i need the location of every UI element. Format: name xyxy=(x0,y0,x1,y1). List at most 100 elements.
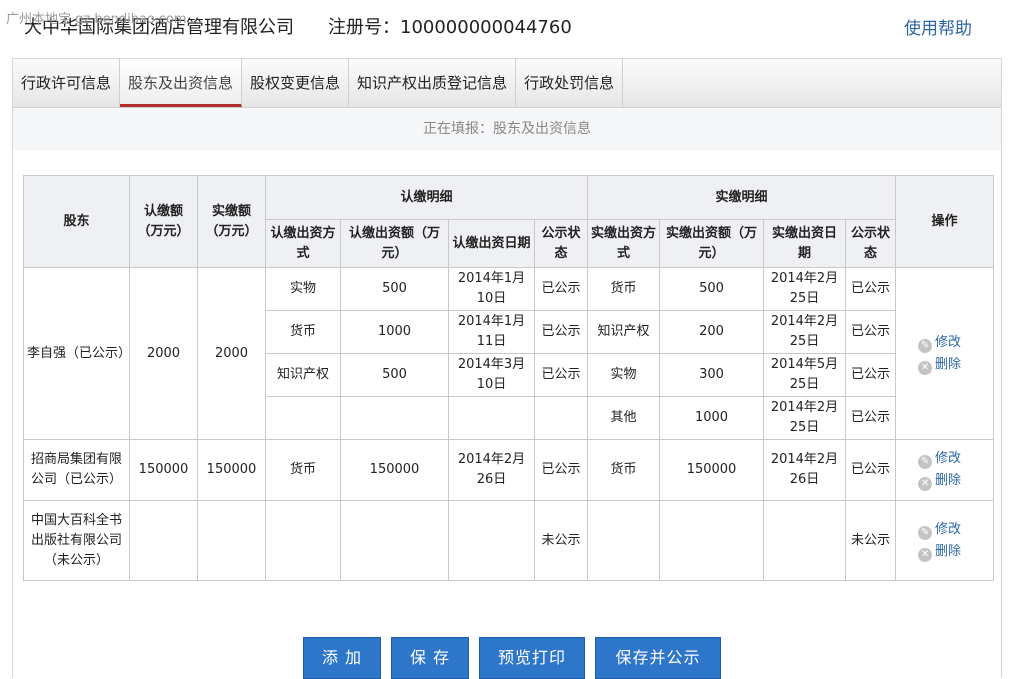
sub-status xyxy=(533,396,589,440)
sub-status: 未公示 xyxy=(533,500,589,581)
header-paid-method: 实缴出资方式 xyxy=(587,219,661,268)
operation-cell: ✎ 修改 ✕ 删除 xyxy=(895,439,995,501)
subscribed-amount xyxy=(129,500,198,581)
paid-money: 500 xyxy=(659,267,765,311)
paid-status: 已公示 xyxy=(845,353,897,397)
edit-link[interactable]: ✎ 修改 xyxy=(918,448,990,470)
header-subscribed-detail: 认缴明细 xyxy=(264,175,589,220)
header-operation: 操作 xyxy=(895,175,995,268)
paid-money: 300 xyxy=(659,353,765,397)
header-paid-status: 公示状态 xyxy=(845,219,897,268)
registration-number: 注册号：100000000044760 xyxy=(328,17,572,38)
sub-date xyxy=(448,396,535,440)
sub-method: 货币 xyxy=(265,310,341,354)
paid-money: 150000 xyxy=(659,439,765,501)
shareholder-table: 股东 认缴额（万元） 实缴额（万元） 认缴明细 实缴明细 操作 认缴出资方式 认… xyxy=(23,175,995,581)
subscribed-amount: 2000 xyxy=(129,267,198,440)
paid-money: 1000 xyxy=(659,396,765,440)
sub-status: 已公示 xyxy=(533,267,589,311)
save-button[interactable]: 保 存 xyxy=(391,637,469,679)
sub-status: 已公示 xyxy=(533,310,589,354)
filling-status: 正在填报：股东及出资信息 xyxy=(13,108,1001,150)
paid-method: 其他 xyxy=(587,396,661,440)
paid-method: 实物 xyxy=(587,353,661,397)
header-subscribed-amount: 认缴额（万元） xyxy=(129,175,198,268)
paid-amount xyxy=(197,500,266,581)
tab-bar: 行政许可信息 股东及出资信息 股权变更信息 知识产权出质登记信息 行政处罚信息 xyxy=(13,59,1001,108)
table-row: 招商局集团有限公司（已公示） 150000 150000 货币 150000 2… xyxy=(23,439,995,501)
paid-status: 已公示 xyxy=(845,439,897,501)
shareholder-name: 李自强（已公示） xyxy=(23,267,131,440)
sub-date: 2014年2月26日 xyxy=(448,439,535,501)
pencil-icon: ✎ xyxy=(918,338,933,353)
header-sub-date: 认缴出资日期 xyxy=(448,219,535,268)
paid-method: 知识产权 xyxy=(587,310,661,354)
tab-equity-change[interactable]: 股权变更信息 xyxy=(242,59,350,107)
paid-method: 货币 xyxy=(587,267,661,311)
delete-link[interactable]: ✕ 删除 xyxy=(918,541,990,563)
sub-method xyxy=(265,500,341,581)
sub-date xyxy=(448,500,535,581)
paid-date xyxy=(763,500,847,581)
paid-date: 2014年2月25日 xyxy=(763,396,847,440)
sub-money: 1000 xyxy=(340,310,449,354)
sub-method: 知识产权 xyxy=(265,353,341,397)
add-button[interactable]: 添 加 xyxy=(303,637,381,679)
close-icon: ✕ xyxy=(918,477,933,491)
table-row: 中国大百科全书出版社有限公司（未公示） 未公示 未公示 ✎ 修改 ✕ 删除 xyxy=(23,500,995,581)
sub-money: 150000 xyxy=(340,439,449,501)
save-and-publish-button[interactable]: 保存并公示 xyxy=(595,637,721,679)
sub-date: 2014年3月10日 xyxy=(448,353,535,397)
sub-status: 已公示 xyxy=(533,353,589,397)
paid-method xyxy=(587,500,661,581)
tab-admin-penalty[interactable]: 行政处罚信息 xyxy=(516,59,624,107)
sub-money xyxy=(340,396,449,440)
header-sub-method: 认缴出资方式 xyxy=(265,219,341,268)
sub-status: 已公示 xyxy=(533,439,589,501)
table-row: 李自强（已公示） 2000 2000 实物 500 2014年1月10日 已公示… xyxy=(23,267,995,440)
header-paid-amount: 实缴额（万元） xyxy=(197,175,266,268)
sub-date: 2014年1月11日 xyxy=(448,310,535,354)
header-paid-detail: 实缴明细 xyxy=(587,175,897,220)
sub-method: 货币 xyxy=(265,439,341,501)
sub-method: 实物 xyxy=(265,267,341,311)
delete-link[interactable]: ✕ 删除 xyxy=(918,354,990,376)
preview-print-button[interactable]: 预览打印 xyxy=(479,637,585,679)
main-panel: 行政许可信息 股东及出资信息 股权变更信息 知识产权出质登记信息 行政处罚信息 … xyxy=(12,58,1002,679)
paid-method: 货币 xyxy=(587,439,661,501)
paid-status: 已公示 xyxy=(845,396,897,440)
paid-status: 已公示 xyxy=(845,310,897,354)
subscribed-amount: 150000 xyxy=(129,439,198,501)
sub-money: 500 xyxy=(340,353,449,397)
sub-method xyxy=(265,396,341,440)
tab-ip-pledge[interactable]: 知识产权出质登记信息 xyxy=(349,59,517,107)
edit-link[interactable]: ✎ 修改 xyxy=(918,519,990,541)
pencil-icon: ✎ xyxy=(918,525,933,540)
header-paid-money: 实缴出资额（万元） xyxy=(659,219,765,268)
paid-status: 已公示 xyxy=(845,267,897,311)
sub-money xyxy=(340,500,449,581)
paid-date: 2014年2月26日 xyxy=(763,439,847,501)
pencil-icon: ✎ xyxy=(918,455,933,469)
help-link[interactable]: 使用帮助 xyxy=(904,14,972,39)
header-sub-money: 认缴出资额（万元） xyxy=(340,219,449,268)
header-paid-date: 实缴出资日期 xyxy=(763,219,847,268)
header-shareholder: 股东 xyxy=(23,175,130,268)
sub-money: 500 xyxy=(340,267,449,311)
paid-money: 200 xyxy=(659,310,765,354)
sub-date: 2014年1月10日 xyxy=(448,267,535,311)
paid-date: 2014年2月25日 xyxy=(763,310,847,354)
paid-date: 2014年5月25日 xyxy=(763,353,847,397)
paid-date: 2014年2月25日 xyxy=(763,267,847,311)
close-icon: ✕ xyxy=(918,360,933,375)
edit-link[interactable]: ✎ 修改 xyxy=(918,332,990,354)
paid-amount: 150000 xyxy=(197,439,266,501)
operation-cell: ✎ 修改 ✕ 删除 xyxy=(895,267,995,440)
operation-cell: ✎ 修改 ✕ 删除 xyxy=(895,500,995,581)
tab-shareholders[interactable]: 股东及出资信息 xyxy=(120,59,243,107)
tab-admin-license[interactable]: 行政许可信息 xyxy=(13,59,121,107)
watermark: 广州本地宝 gz.bendibao.com xyxy=(6,12,187,27)
header-sub-status: 公示状态 xyxy=(533,219,589,268)
close-icon: ✕ xyxy=(918,547,933,562)
delete-link[interactable]: ✕ 删除 xyxy=(918,470,990,492)
